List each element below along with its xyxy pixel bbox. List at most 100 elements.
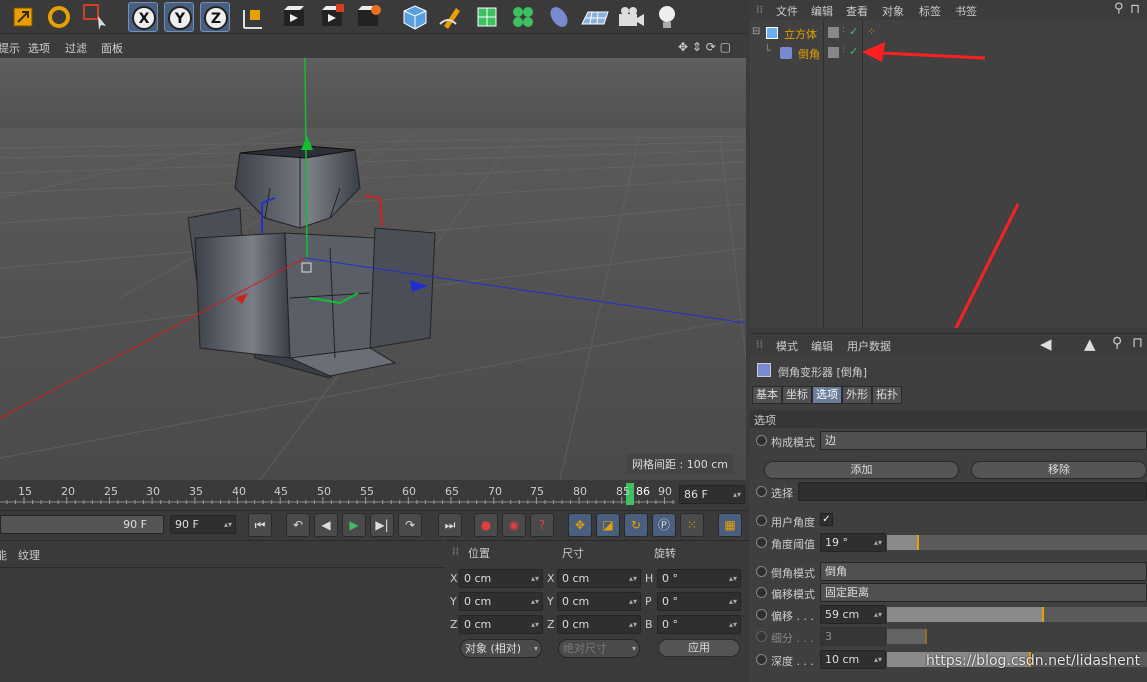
search-icon[interactable]: ⚲ bbox=[1112, 335, 1122, 351]
rotate-icon[interactable] bbox=[44, 2, 74, 32]
keyframe-help-icon[interactable]: ? bbox=[530, 513, 554, 537]
om-menu-edit[interactable]: 编辑 bbox=[811, 3, 833, 19]
selection-field[interactable] bbox=[798, 482, 1147, 501]
menu-options[interactable]: 选项 bbox=[28, 40, 50, 56]
scale-icon[interactable] bbox=[8, 2, 38, 32]
size-x-field[interactable]: 0 cm ▴▾ bbox=[557, 569, 641, 588]
camera-icon[interactable] bbox=[616, 2, 646, 32]
angle-threshold-field[interactable]: 19 ° ▴▾ bbox=[820, 533, 886, 552]
depth-field[interactable]: 10 cm ▴▾ bbox=[820, 650, 886, 669]
prev-key-icon[interactable]: ↶ bbox=[286, 513, 310, 537]
floor-icon[interactable] bbox=[580, 2, 610, 32]
render-picture-icon[interactable] bbox=[318, 2, 348, 32]
anim-radio[interactable] bbox=[756, 486, 767, 497]
bevel-mode-select[interactable]: 倒角 bbox=[820, 562, 1147, 581]
menu-filter[interactable]: 过滤 bbox=[65, 40, 87, 56]
select-arrow-icon[interactable] bbox=[80, 2, 110, 32]
anim-radio[interactable] bbox=[756, 537, 767, 548]
rot-b-field[interactable]: 0 ° ▴▾ bbox=[657, 615, 741, 634]
start-frame-slider[interactable]: 90 F bbox=[0, 515, 164, 534]
offset-slider[interactable] bbox=[887, 607, 1147, 622]
offset-field[interactable]: 59 cm ▴▾ bbox=[820, 605, 886, 624]
size-z-field[interactable]: 0 cm ▴▾ bbox=[557, 615, 641, 634]
key-position-icon[interactable]: ✥ bbox=[568, 513, 592, 537]
x-axis-icon[interactable]: X bbox=[128, 2, 158, 32]
key-points-icon[interactable]: ⁙ bbox=[680, 513, 704, 537]
3d-viewport[interactable]: 网格间距 : 100 cm bbox=[0, 58, 746, 480]
anim-radio[interactable] bbox=[756, 435, 767, 446]
autokey-icon[interactable]: ◉ bbox=[502, 513, 526, 537]
remove-button[interactable]: 移除 bbox=[971, 461, 1147, 479]
back-arrow-icon[interactable]: ◀ bbox=[1040, 335, 1052, 353]
tab-coord[interactable]: 坐标 bbox=[782, 386, 812, 404]
next-key-icon[interactable]: ↷ bbox=[398, 513, 422, 537]
pos-x-field[interactable]: 0 cm ▴▾ bbox=[459, 569, 543, 588]
apply-button[interactable]: 应用 bbox=[658, 639, 740, 657]
coordinate-system-icon[interactable] bbox=[238, 2, 268, 32]
tab-basic[interactable]: 基本 bbox=[752, 386, 782, 404]
attr-menu-userdata[interactable]: 用户数据 bbox=[847, 338, 891, 354]
anim-radio[interactable] bbox=[756, 654, 767, 665]
size-y-field[interactable]: 0 cm ▴▾ bbox=[557, 592, 641, 611]
goto-start-icon[interactable]: ⏮ bbox=[248, 513, 272, 537]
prev-frame-icon[interactable]: ◀ bbox=[314, 513, 338, 537]
om-menu-object[interactable]: 对象 bbox=[882, 3, 904, 19]
lock-icon[interactable]: ⊓ bbox=[1132, 335, 1143, 351]
cloner-icon[interactable] bbox=[508, 2, 538, 32]
om-menu-tags[interactable]: 标签 bbox=[919, 3, 941, 19]
offset-mode-select[interactable]: 固定距离 bbox=[820, 583, 1147, 602]
render-view-icon[interactable] bbox=[280, 2, 310, 32]
z-axis-icon[interactable]: Z bbox=[200, 2, 230, 32]
anim-radio[interactable] bbox=[756, 587, 767, 598]
viewport-nav-icons[interactable]: ✥ ⇕ ⟳ ▢ bbox=[678, 40, 731, 54]
key-param-icon[interactable]: Ⓟ bbox=[652, 513, 676, 537]
subdivision-slider[interactable] bbox=[887, 629, 1147, 644]
pen-icon[interactable] bbox=[436, 2, 466, 32]
current-frame-field[interactable]: 86 F ▴▾ bbox=[679, 485, 745, 504]
construction-mode-select[interactable]: 边 bbox=[820, 431, 1147, 450]
anim-radio[interactable] bbox=[756, 609, 767, 620]
rot-p-field[interactable]: 0 ° ▴▾ bbox=[657, 592, 741, 611]
next-frame-icon[interactable]: ▶| bbox=[370, 513, 394, 537]
light-icon[interactable] bbox=[652, 2, 682, 32]
rot-h-field[interactable]: 0 ° ▴▾ bbox=[657, 569, 741, 588]
key-rotation-icon[interactable]: ↻ bbox=[624, 513, 648, 537]
key-scale-icon[interactable]: ◪ bbox=[596, 513, 620, 537]
user-angle-checkbox[interactable]: ✓ bbox=[820, 513, 833, 526]
deformer-icon[interactable] bbox=[544, 2, 574, 32]
tab-options[interactable]: 选项 bbox=[812, 386, 842, 404]
pos-z-field[interactable]: 0 cm ▴▾ bbox=[459, 615, 543, 634]
pos-y-field[interactable]: 0 cm ▴▾ bbox=[459, 592, 543, 611]
material-menu-function[interactable]: 能 bbox=[0, 547, 7, 563]
anim-radio[interactable] bbox=[756, 566, 767, 577]
up-arrow-icon[interactable]: ▲ bbox=[1084, 335, 1096, 353]
goto-end-icon[interactable]: ⏭ bbox=[438, 513, 462, 537]
subdivision-icon[interactable] bbox=[472, 2, 502, 32]
size-mode-select[interactable]: 绝对尺寸 ▾ bbox=[558, 639, 640, 658]
om-menu-file[interactable]: 文件 bbox=[776, 3, 798, 19]
menu-panel[interactable]: 面板 bbox=[101, 40, 123, 56]
tab-shape[interactable]: 外形 bbox=[842, 386, 872, 404]
tab-topology[interactable]: 拓扑 bbox=[872, 386, 902, 404]
om-menu-view[interactable]: 查看 bbox=[846, 3, 868, 19]
subdivision-field[interactable]: 3 bbox=[820, 627, 886, 646]
attr-menu-edit[interactable]: 编辑 bbox=[811, 338, 833, 354]
render-settings-icon[interactable] bbox=[354, 2, 384, 32]
y-axis-icon[interactable]: Y bbox=[164, 2, 194, 32]
material-menu-texture[interactable]: 纹理 bbox=[18, 547, 40, 563]
timeline-ruler[interactable]: 15 20 25 30 35 40 45 50 55 60 65 70 75 8… bbox=[0, 480, 748, 510]
end-frame-field[interactable]: 90 F ▴▾ bbox=[170, 515, 236, 534]
menu-display[interactable]: 提示 bbox=[0, 40, 20, 56]
record-icon[interactable]: ● bbox=[474, 513, 498, 537]
coord-mode-select[interactable]: 对象 (相对) ▾ bbox=[460, 639, 542, 658]
anim-radio[interactable] bbox=[756, 515, 767, 526]
search-icon[interactable]: ⚲ bbox=[1114, 1, 1124, 16]
cube-icon[interactable] bbox=[400, 2, 430, 32]
anim-radio[interactable] bbox=[756, 631, 767, 642]
play-icon[interactable]: ▶ bbox=[342, 513, 366, 537]
om-menu-bookmarks[interactable]: 书签 bbox=[955, 3, 977, 19]
add-button[interactable]: 添加 bbox=[764, 461, 959, 479]
lock-icon[interactable]: ⊓ bbox=[1130, 2, 1140, 17]
angle-threshold-slider[interactable] bbox=[887, 535, 1147, 550]
timeline-window-icon[interactable]: ▦ bbox=[718, 513, 742, 537]
